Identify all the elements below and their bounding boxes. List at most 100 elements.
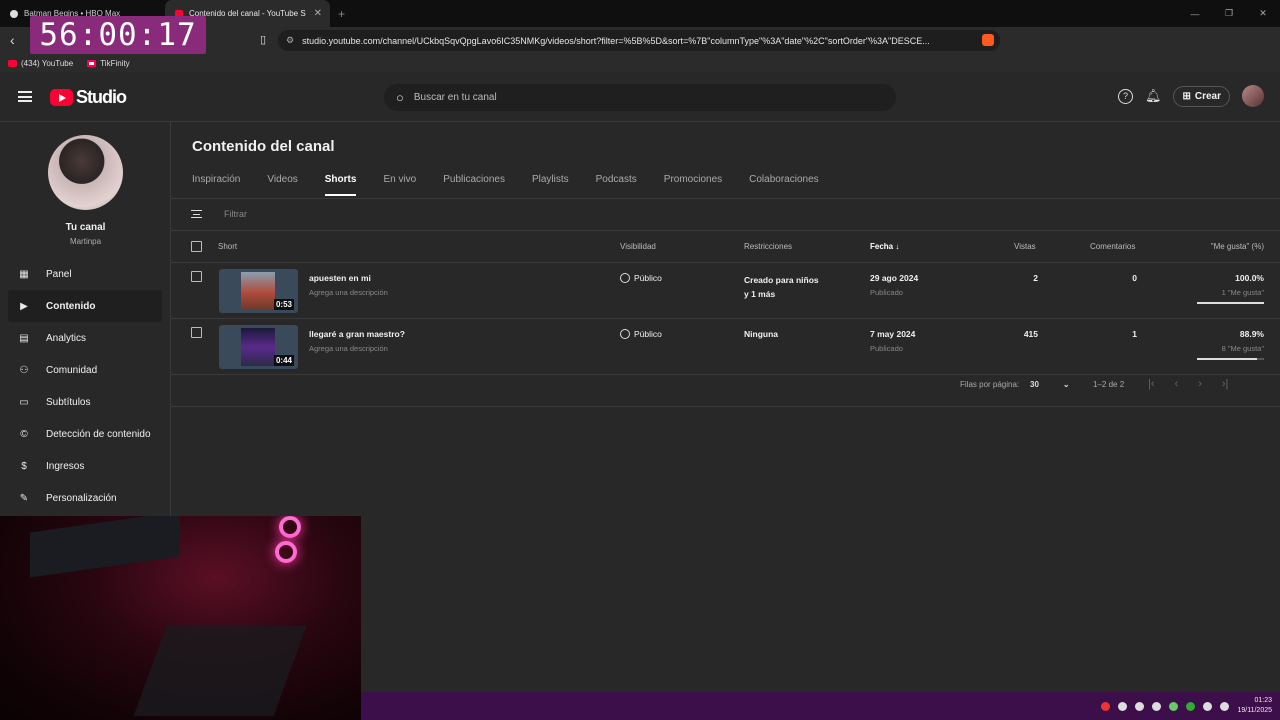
help-icon[interactable]: ? [1117,88,1133,104]
short-thumbnail[interactable]: 0:53 [219,269,298,313]
column-views: Vistas [1014,242,1036,251]
next-page-icon[interactable]: › [1198,378,1202,390]
browser-tab-label: Contenido del canal - YouTube S [189,9,306,18]
column-likes: "Me gusta" (%) [1210,242,1264,251]
tray-app-icon[interactable] [1118,701,1128,711]
page-title: Contenido del canal [192,138,335,155]
sidebar-item-label: Panel [46,268,72,280]
row-checkbox[interactable] [191,327,202,338]
site-info-icon[interactable]: ⚙ [286,35,294,46]
column-comments: Comentarios [1090,242,1136,251]
visibility-cell[interactable]: Público [620,273,662,283]
likes-percent: 88.9% [1239,329,1264,339]
date-cell: 29 ago 2024 [870,273,919,283]
filter-input[interactable]: Filtrar [224,209,247,219]
table-row[interactable]: 0:53 apuesten en mi Agrega una descripci… [171,263,1280,319]
short-thumbnail[interactable]: 0:44 [219,325,298,369]
tab-shorts[interactable]: Shorts [324,174,357,196]
monitor-image [30,516,180,578]
column-date[interactable]: Fecha ↓ [870,242,899,251]
minimize-icon[interactable]: — [1178,9,1212,19]
sidebar-item-subtitles[interactable]: ▭ Subtítulos [8,386,162,418]
short-title[interactable]: apuesten en mi [309,273,371,283]
tab-posts[interactable]: Publicaciones [443,174,505,196]
rows-per-page-label: Filas por página: [960,380,1020,389]
tab-inspiration[interactable]: Inspiración [192,174,240,196]
prev-page-icon[interactable]: ‹ [1175,378,1179,390]
sidebar-item-customization[interactable]: ✎ Personalización [8,482,162,514]
short-description[interactable]: Agrega una descripción [309,344,388,353]
dollar-icon: $ [21,460,27,472]
bookmark-youtube[interactable]: (434) YouTube [8,59,73,68]
first-page-icon[interactable]: |‹ [1148,378,1155,390]
short-description[interactable]: Agrega una descripción [309,288,388,297]
copyright-icon: © [20,428,28,440]
status-cell: Publicado [870,344,903,353]
comments-cell: 1 [1132,329,1137,339]
likes-percent: 100.0% [1235,273,1264,283]
rows-per-page-select[interactable]: 30 ⌄ [1030,380,1070,389]
channel-avatar[interactable] [48,135,123,210]
chevron-down-icon: ⌄ [1062,380,1070,389]
close-tab-icon[interactable]: ✕ [314,8,322,19]
sidebar-item-community[interactable]: ⚇ Comunidad [8,354,162,386]
filter-bar[interactable]: Filtrar [191,209,247,219]
short-title[interactable]: llegaré a gran maestro? [309,329,405,339]
tray-app-icon[interactable] [1135,701,1145,711]
stream-timer-overlay: 56:00:17 [30,16,206,54]
network-icon[interactable] [1203,701,1213,711]
channel-search[interactable]: ○ [384,84,896,111]
pagination-controls: |‹ ‹ › ›| [1148,378,1228,390]
tab-videos[interactable]: Videos [267,174,297,196]
views-cell: 415 [1023,329,1038,339]
sidebar-item-earn[interactable]: $ Ingresos [8,450,162,482]
studio-header: Studio ○ ? 🔔︎ ⊞ Crear [0,72,1280,122]
maximize-icon[interactable]: ❐ [1212,8,1246,19]
create-button[interactable]: ⊞ Crear [1173,85,1230,107]
search-input[interactable] [413,92,854,103]
tab-podcasts[interactable]: Podcasts [596,174,637,196]
studio-logo[interactable]: Studio [50,87,127,108]
restrictions-cell: Ninguna [744,329,778,339]
last-page-icon[interactable]: ›| [1222,378,1229,390]
address-bar[interactable]: ⚙ studio.youtube.com/channel/UCkbqSqvQpg… [278,30,1000,51]
row-checkbox[interactable] [191,271,202,282]
url-text: studio.youtube.com/channel/UCkbqSqvQpgLa… [302,35,930,46]
divider [171,198,1280,199]
close-window-icon[interactable]: ✕ [1246,8,1280,19]
sidebar-item-content[interactable]: ▶ Contenido [8,290,162,322]
sidebar-item-label: Analytics [46,332,87,344]
sidebar-item-content-detection[interactable]: © Detección de contenido [8,418,162,450]
header-actions: ? 🔔︎ ⊞ Crear [1117,85,1264,107]
select-all-checkbox[interactable] [191,241,202,252]
views-cell: 2 [1033,273,1038,283]
notifications-bell-icon[interactable]: 🔔︎ [1145,88,1162,104]
brave-shield-icon[interactable] [982,34,994,46]
volume-icon[interactable] [1220,701,1230,711]
taskbar-clock[interactable]: 01:23 19/11/2025 [1237,696,1272,716]
tray-app-icon[interactable] [1169,701,1179,711]
tray-app-icon[interactable] [1101,701,1111,711]
sidebar-item-panel[interactable]: ▦ Panel [8,258,162,290]
rgb-fan [275,541,297,563]
table-row[interactable]: 0:44 llegaré a gran maestro? Agrega una … [171,319,1280,375]
tab-promotions[interactable]: Promociones [664,174,722,196]
hamburger-menu-icon[interactable] [18,91,32,102]
status-cell: Publicado [870,288,903,297]
tab-playlists[interactable]: Playlists [532,174,569,196]
account-avatar[interactable] [1242,85,1264,107]
visibility-cell[interactable]: Público [620,329,662,339]
sidebar-item-label: Ingresos [46,460,85,472]
content-tabs: Inspiración Videos Shorts En vivo Public… [192,174,819,196]
filter-icon[interactable] [191,210,202,218]
sidebar-item-analytics[interactable]: ▤ Analytics [8,322,162,354]
bookmark-icon[interactable]: ▯ [260,33,266,46]
visibility-label: Público [634,273,662,283]
back-icon[interactable]: ‹ [10,32,15,48]
microphone-icon[interactable] [1152,701,1162,711]
tab-collaborations[interactable]: Colaboraciones [749,174,819,196]
new-tab-icon[interactable]: + [338,7,345,21]
tab-live[interactable]: En vivo [383,174,416,196]
nvidia-icon[interactable] [1186,701,1196,711]
bookmark-tikfinity[interactable]: TikFinity [87,59,130,68]
